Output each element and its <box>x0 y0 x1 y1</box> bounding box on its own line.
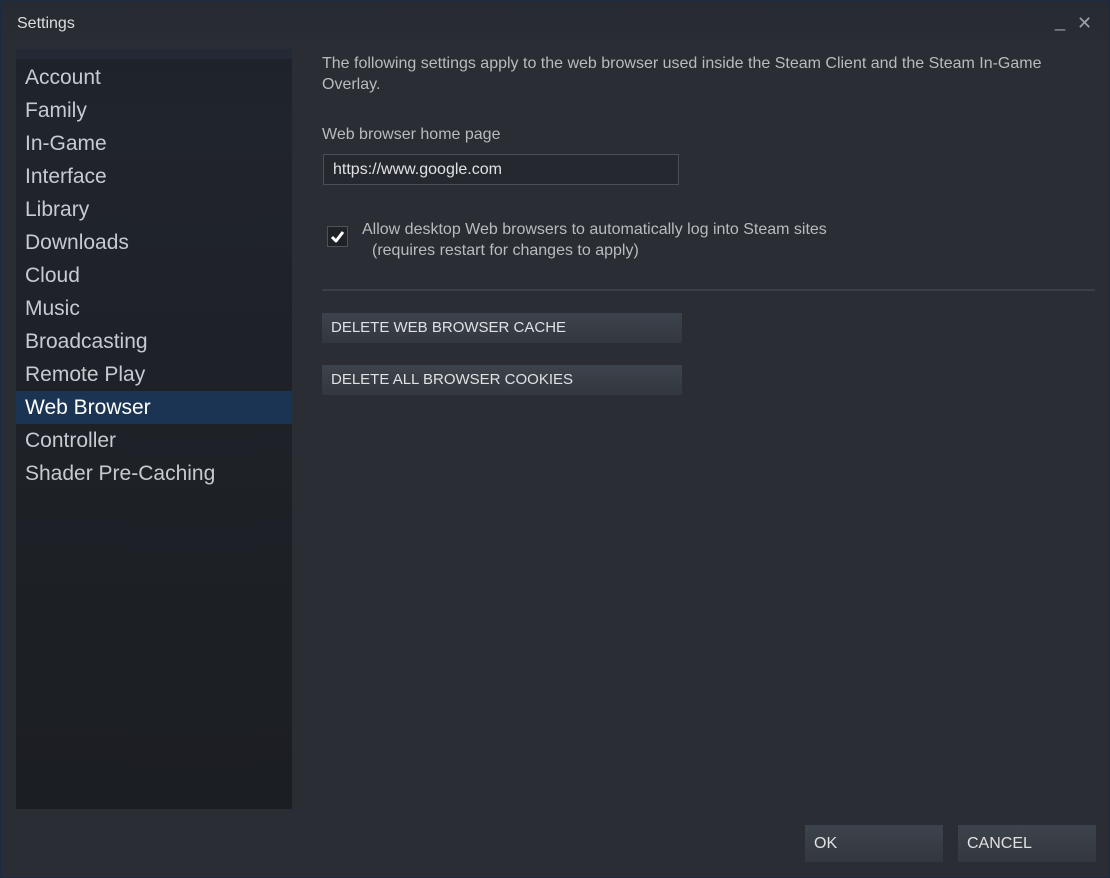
web-browser-settings-panel: The following settings apply to the web … <box>292 49 1095 809</box>
sidebar-item-family[interactable]: Family <box>16 94 292 127</box>
sidebar-top-strip <box>16 49 292 59</box>
checkmark-icon <box>330 231 345 243</box>
cancel-button[interactable]: CANCEL <box>958 825 1096 862</box>
sidebar-item-shader-pre-caching[interactable]: Shader Pre-Caching <box>16 457 292 490</box>
divider <box>322 289 1095 291</box>
sidebar-item-downloads[interactable]: Downloads <box>16 226 292 259</box>
auto-login-sublabel: (requires restart for changes to apply) <box>372 242 639 259</box>
sidebar-item-broadcasting[interactable]: Broadcasting <box>16 325 292 358</box>
sidebar-item-music[interactable]: Music <box>16 292 292 325</box>
minimize-icon[interactable]: _ <box>1055 11 1065 32</box>
sidebar-item-interface[interactable]: Interface <box>16 160 292 193</box>
auto-login-label-text: Allow desktop Web browsers to automatica… <box>362 221 827 238</box>
intro-text: The following settings apply to the web … <box>322 55 1042 93</box>
settings-window: Settings _ ✕ Account Family In-Game Inte… <box>0 0 1110 878</box>
sidebar-item-library[interactable]: Library <box>16 193 292 226</box>
sidebar-item-remote-play[interactable]: Remote Play <box>16 358 292 391</box>
auto-login-checkbox[interactable] <box>327 226 348 247</box>
auto-login-label[interactable]: Allow desktop Web browsers to automatica… <box>362 219 827 261</box>
sidebar-item-web-browser[interactable]: Web Browser <box>16 391 292 424</box>
delete-cache-button[interactable]: DELETE WEB BROWSER CACHE <box>322 313 682 343</box>
sidebar-item-controller[interactable]: Controller <box>16 424 292 457</box>
sidebar-item-in-game[interactable]: In-Game <box>16 127 292 160</box>
close-icon[interactable]: ✕ <box>1077 13 1092 34</box>
home-page-input[interactable] <box>323 154 679 185</box>
delete-cookies-button[interactable]: DELETE ALL BROWSER COOKIES <box>322 365 682 395</box>
settings-sidebar: Account Family In-Game Interface Library… <box>16 49 292 809</box>
home-page-label: Web browser home page <box>322 126 501 143</box>
ok-button[interactable]: OK <box>805 825 943 862</box>
title-bar[interactable]: Settings _ ✕ <box>1 1 1109 47</box>
sidebar-item-account[interactable]: Account <box>16 61 292 94</box>
sidebar-item-cloud[interactable]: Cloud <box>16 259 292 292</box>
window-title: Settings <box>17 15 75 32</box>
